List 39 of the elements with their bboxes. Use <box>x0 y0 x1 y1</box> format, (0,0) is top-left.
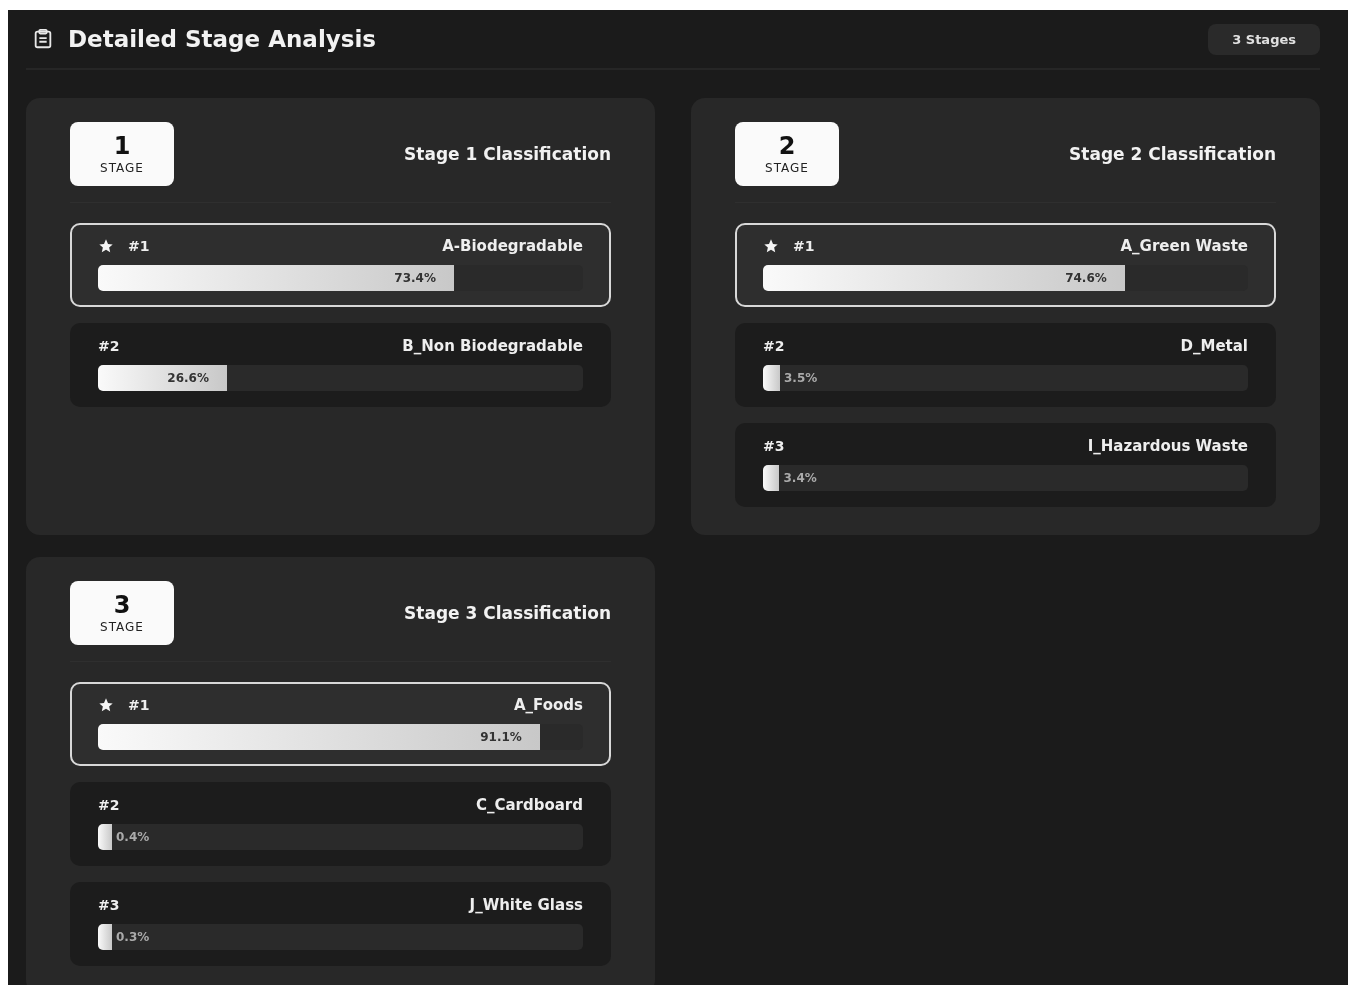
percent-label: 74.6% <box>1065 271 1108 285</box>
percent-label: 3.4% <box>782 471 817 485</box>
percent-label: 0.4% <box>115 830 150 844</box>
stage-count-badge: 3 Stages <box>1208 23 1320 55</box>
rank-label: #3 <box>98 897 120 913</box>
rank-label: #1 <box>128 238 150 254</box>
rank-label: #1 <box>793 238 815 254</box>
class-name: A_Green Waste <box>1120 237 1248 255</box>
class-name: J_White Glass <box>469 896 583 914</box>
rank-label: #3 <box>763 438 785 454</box>
percent-label: 3.5% <box>782 371 818 385</box>
class-name: A_Foods <box>513 696 583 714</box>
stage-title: Stage 2 Classification <box>1069 144 1276 164</box>
rank-label: #2 <box>98 338 120 354</box>
stage-title: Stage 1 Classification <box>404 144 611 164</box>
class-name: C_Cardboard <box>475 796 583 814</box>
class-name: B_Non Biodegradable <box>402 337 583 355</box>
stage-label: STAGE <box>765 160 809 175</box>
percent-label: 91.1% <box>480 730 523 744</box>
star-icon <box>98 697 114 713</box>
rank-label: #2 <box>98 797 120 813</box>
percent-label: 73.4% <box>394 271 437 285</box>
stage-title: Stage 3 Classification <box>404 603 611 623</box>
star-icon <box>763 238 779 254</box>
page-title: Detailed Stage Analysis <box>68 26 378 52</box>
class-name: D_Metal <box>1180 337 1248 355</box>
stage-label: STAGE <box>100 619 144 634</box>
percent-label: 26.6% <box>167 371 210 385</box>
clipboard-icon <box>32 28 54 50</box>
percent-label: 0.3% <box>115 930 150 944</box>
rank-label: #1 <box>128 697 150 713</box>
class-name: A-Biodegradable <box>442 237 583 255</box>
stage-number: 2 <box>778 133 796 158</box>
class-name: I_Hazardous Waste <box>1087 437 1248 455</box>
rank-label: #2 <box>763 338 785 354</box>
stage-number: 3 <box>113 592 131 617</box>
stage-label: STAGE <box>100 160 144 175</box>
star-icon <box>98 238 114 254</box>
stage-number: 1 <box>113 133 131 158</box>
